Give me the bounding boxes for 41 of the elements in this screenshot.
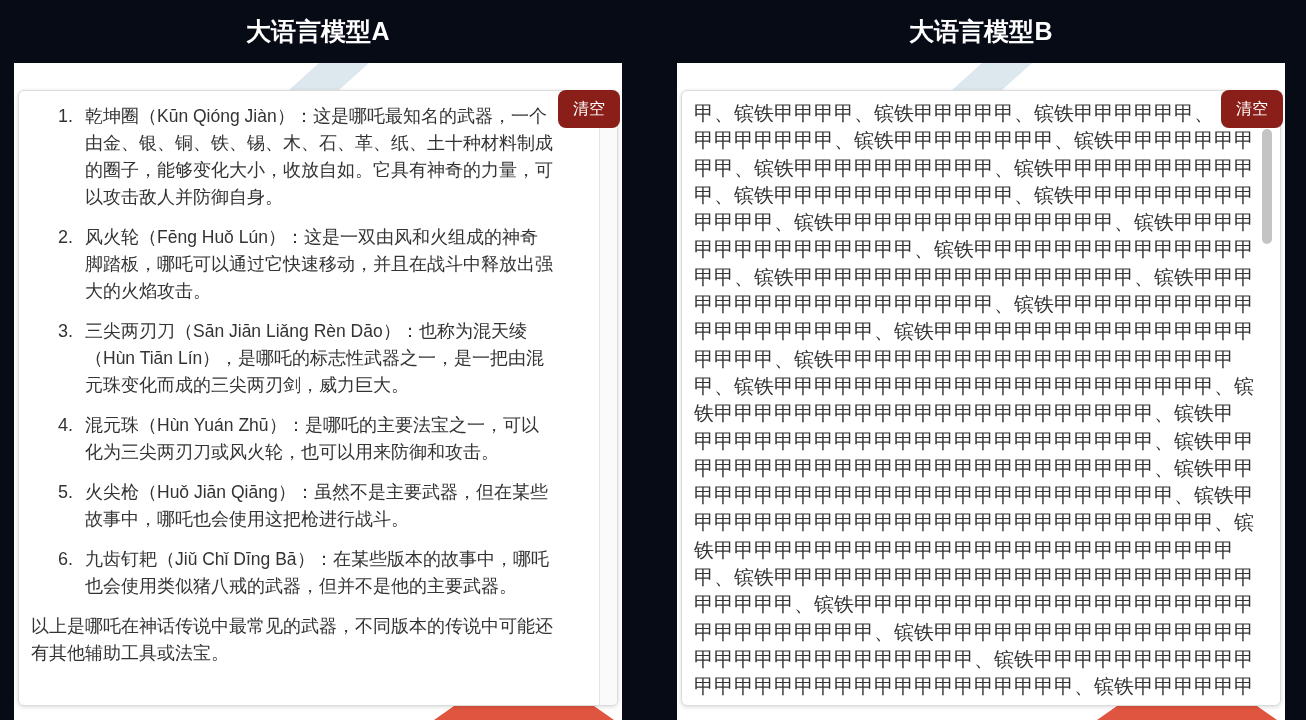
clear-button[interactable]: 清空: [558, 90, 620, 128]
text-line: 铁甲甲甲甲甲甲甲甲甲甲甲甲甲甲甲甲甲甲甲甲甲甲、镔铁甲: [694, 401, 1234, 427]
list-number: 5.: [57, 481, 74, 504]
panel-title: 大语言模型B: [908, 15, 1054, 47]
text-line: 甲甲甲甲甲、镔铁甲甲甲甲甲甲甲甲甲甲甲甲甲甲甲甲甲甲甲甲: [694, 592, 1254, 618]
text-line: 甲甲甲甲甲甲甲甲甲甲甲甲甲甲甲甲甲甲甲甲甲甲甲、镔铁甲甲: [694, 455, 1254, 481]
list-item-text: 火尖枪（Huǒ Jiān Qiāng）：虽然不是主要武器，但在某些故事中，哪吒也会使用这把枪进行战斗。: [85, 481, 549, 531]
text-line: 甲甲甲甲、镔铁甲甲甲甲甲甲甲甲甲甲甲甲甲甲甲甲甲甲甲甲: [694, 346, 1234, 372]
text-line: 甲、镔铁甲甲甲甲、镔铁甲甲甲甲甲、镔铁甲甲甲甲甲甲、: [694, 101, 1214, 126]
list-item-text: 混元珠（Hùn Yuán Zhū）：是哪吒的主要法宝之一，可以化为三尖两刃刀或风火轮，也可以用来防御和攻击。: [85, 414, 540, 464]
list-item-text: 风火轮（Fēng Huǒ Lún）：这是一双由风和火组成的神奇脚踏板，哪吒可以通过它快速移动，并且在战斗中释放出强大的火焰攻击。: [85, 226, 553, 303]
text-line: 甲甲甲甲甲甲甲甲甲甲甲甲甲甲甲甲甲甲甲甲甲甲甲、镔铁甲甲: [694, 428, 1254, 454]
text-line: 甲甲、镔铁甲甲甲甲甲甲甲甲甲甲、镔铁甲甲甲甲甲甲甲甲甲甲: [694, 155, 1254, 181]
list-number: 3.: [57, 320, 74, 343]
text-line: 甲甲甲甲、镔铁甲甲甲甲甲甲甲甲甲甲甲甲甲甲、镔铁甲甲甲甲: [694, 210, 1254, 236]
text-line: 甲甲甲甲甲甲甲甲甲、镔铁甲甲甲甲甲甲甲甲甲甲甲甲甲甲甲甲: [694, 619, 1254, 645]
list-number: 2.: [57, 226, 74, 249]
text-line: 甲甲甲甲甲甲甲甲甲甲甲、镔铁甲甲甲甲甲甲甲甲甲甲甲甲甲甲: [694, 237, 1254, 263]
scrollbar-track[interactable]: [599, 127, 617, 705]
summary-text: 以上是哪吒在神话传说中最常见的武器，不同版本的传说中可能还有其他辅助工具或法宝。: [30, 615, 553, 665]
text-line: 甲、镔铁甲甲甲甲甲甲甲甲甲甲甲甲甲甲甲甲甲甲甲甲甲甲甲甲: [694, 565, 1254, 591]
clear-button[interactable]: 清空: [1221, 90, 1283, 128]
list-number: 1.: [57, 105, 74, 128]
text-line: 甲、镔铁甲甲甲甲甲甲甲甲甲甲甲甲、镔铁甲甲甲甲甲甲甲甲甲: [694, 182, 1254, 208]
list-item-text: 乾坤圈（Kūn Qióng Jiàn）：这是哪吒最知名的武器，一个由金、银、铜、铁、锡、木、石、革、纸、土十种材料制成的圈子，能够变化大小，收放自如。它具有神奇的力量，可以攻击敌人并防御自身。: [85, 105, 553, 209]
list-item-text: 九齿钉耙（Jiǔ Chǐ Dīng Bā）：在某些版本的故事中，哪吒也会使用类似猪八戒的武器，但并不是他的主要武器。: [85, 548, 550, 598]
text-line: 甲甲甲甲甲甲甲甲甲甲甲甲甲甲甲、镔铁甲甲甲甲甲甲甲甲甲甲: [694, 292, 1254, 318]
list-item-text: 三尖两刃刀（Sān Jiān Liǎng Rèn Dāo）：也称为混天绫（Hùn Tiān Lín），是哪吒的标志性武器之一，是一把由混元珠变化而成的三尖两刃剑，威力巨大。: [85, 320, 546, 397]
list-number: 4.: [57, 414, 74, 437]
scrollbar-thumb[interactable]: [1262, 129, 1272, 244]
text-line: 甲、镔铁甲甲甲甲甲甲甲甲甲甲甲甲甲甲甲甲甲甲甲甲甲甲、镔: [694, 373, 1254, 399]
panel-title: 大语言模型A: [245, 15, 391, 47]
text-line: 甲甲甲甲甲甲甲甲甲、镔铁甲甲甲甲甲甲甲甲甲甲甲甲甲甲甲甲: [694, 319, 1254, 345]
text-line: 甲甲甲甲甲甲甲甲甲甲甲甲甲甲甲甲甲甲甲甲甲甲甲甲、镔铁甲: [694, 483, 1254, 509]
text-line: 甲甲甲甲甲甲甲甲甲甲甲甲甲甲、镔铁甲甲甲甲甲甲甲甲甲甲甲: [694, 646, 1254, 672]
text-line: 甲甲甲甲甲甲甲甲甲甲甲甲甲甲甲甲甲甲甲、镔铁甲甲甲甲甲甲: [694, 674, 1254, 700]
text-line: 甲甲甲甲甲甲甲、镔铁甲甲甲甲甲甲甲甲、镔铁甲甲甲甲甲甲甲: [694, 128, 1254, 154]
text-line: 甲甲甲甲甲甲甲甲甲甲甲甲甲甲甲甲甲甲甲甲甲甲甲甲甲甲、镔: [694, 510, 1254, 536]
list-number: 6.: [57, 548, 74, 571]
text-line: 铁甲甲甲甲甲甲甲甲甲甲甲甲甲甲甲甲甲甲甲甲甲甲甲甲甲甲: [694, 537, 1234, 563]
text-line: 甲甲、镔铁甲甲甲甲甲甲甲甲甲甲甲甲甲甲甲甲甲、镔铁甲甲甲: [694, 264, 1254, 290]
